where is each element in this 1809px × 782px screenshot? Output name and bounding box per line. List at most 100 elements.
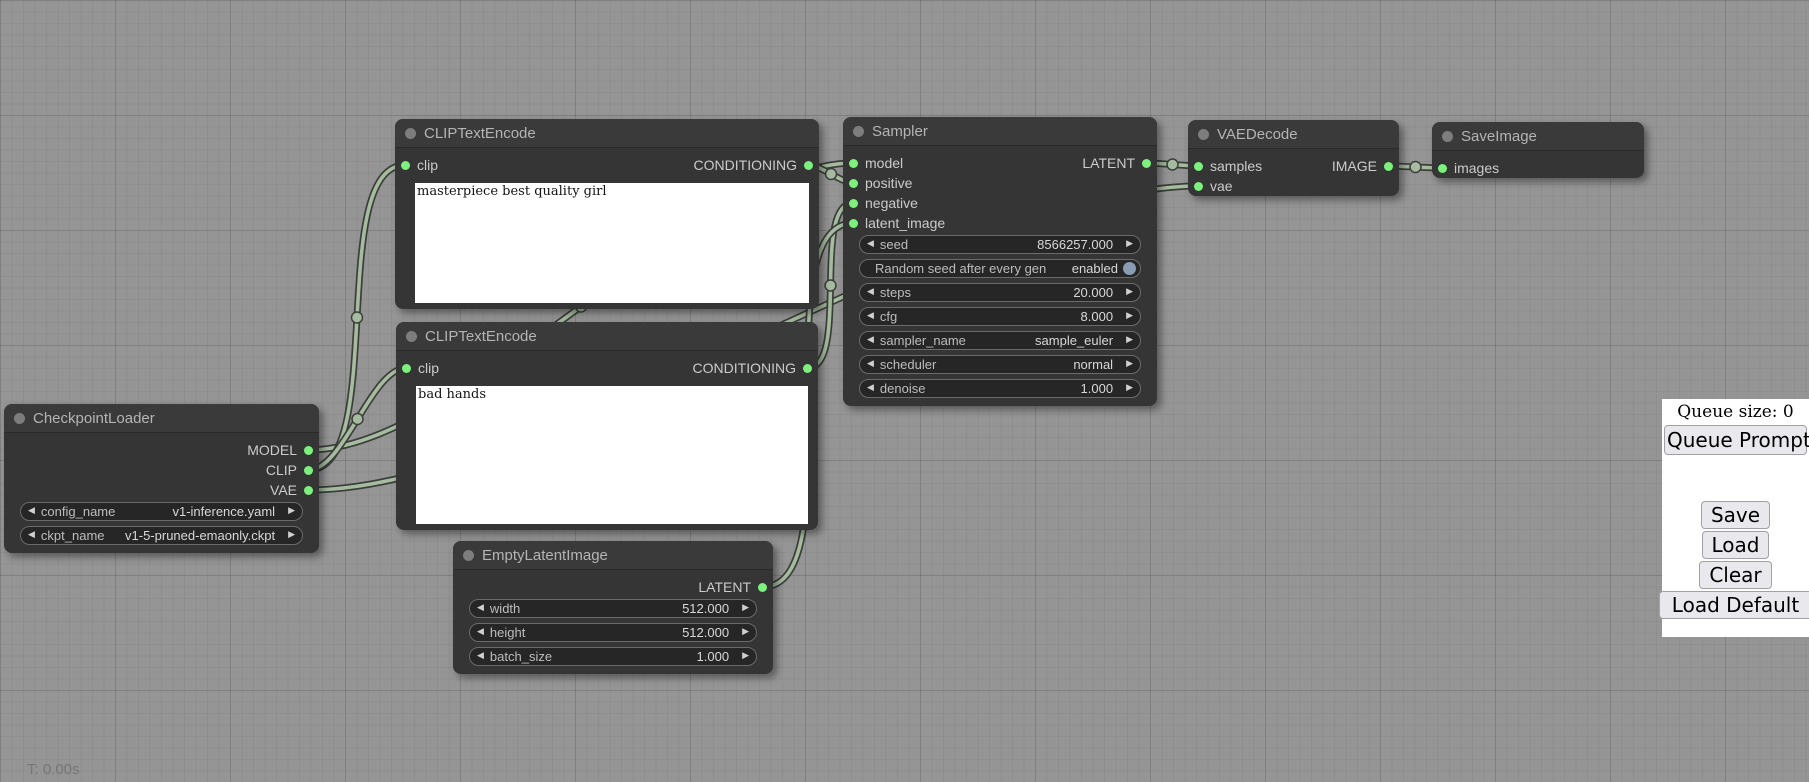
seed-widget[interactable]: ◀ seed 8566257.000 ▶ (859, 235, 1141, 254)
sampler-node[interactable]: SamplermodelLATENTpositivenegativelatent… (843, 117, 1157, 406)
decrement-arrow-icon[interactable]: ◀ (867, 360, 874, 369)
negative-input-dot[interactable] (849, 199, 858, 208)
increment-arrow-icon[interactable]: ▶ (742, 604, 749, 613)
link-midpoint-dot (352, 414, 363, 425)
MODEL-output-dot[interactable] (304, 446, 313, 455)
decrement-arrow-icon[interactable]: ◀ (477, 628, 484, 637)
load-default-button[interactable]: Load Default (1659, 591, 1809, 619)
random-seed-after-every-gen-widget[interactable]: Random seed after every genenabled (859, 259, 1141, 278)
prompt-textarea[interactable]: bad hands (416, 386, 808, 524)
save-button[interactable]: Save (1701, 501, 1770, 529)
CONDITIONING-output-slot[interactable]: CONDITIONING (693, 358, 818, 378)
LATENT-output-slot[interactable]: LATENT (1082, 153, 1157, 173)
images-input-slot[interactable]: images (1432, 158, 1499, 178)
LATENT-output-slot[interactable]: LATENT (698, 577, 773, 597)
batch-size-widget[interactable]: ◀batch_size1.000▶ (469, 647, 757, 666)
collapse-dot[interactable] (406, 331, 417, 342)
increment-arrow-icon[interactable]: ▶ (1126, 288, 1133, 297)
sampler-name-widget[interactable]: ◀sampler_namesample_euler▶ (859, 331, 1141, 350)
samples-input-dot[interactable] (1194, 162, 1203, 171)
increment-arrow-icon[interactable]: ▶ (1126, 384, 1133, 393)
CLIP-output-slot[interactable]: CLIP (266, 460, 319, 480)
cfg-widget[interactable]: ◀cfg8.000▶ (859, 307, 1141, 326)
latent_image-input-slot[interactable]: latent_image (843, 213, 945, 233)
clear-button[interactable]: Clear (1699, 561, 1771, 589)
images-input-dot[interactable] (1438, 164, 1447, 173)
decrement-arrow-icon[interactable]: ◀ (867, 288, 874, 297)
empty-latent-image-node[interactable]: EmptyLatentImageLATENT◀width512.000▶◀hei… (453, 541, 773, 674)
collapse-dot[interactable] (405, 128, 416, 139)
collapse-dot[interactable] (463, 550, 474, 561)
latent_image-input-dot[interactable] (849, 219, 858, 228)
CONDITIONING-output-dot[interactable] (803, 364, 812, 373)
CONDITIONING-output-slot[interactable]: CONDITIONING (694, 155, 819, 175)
positive-input-dot[interactable] (849, 179, 858, 188)
widget-label: scheduler (880, 357, 936, 372)
model-input-dot[interactable] (849, 159, 858, 168)
graph-canvas[interactable]: CheckpointLoaderMODELCLIPVAE◀config_name… (0, 0, 1809, 782)
model-input-slot[interactable]: model (843, 153, 903, 173)
save-image-node[interactable]: SaveImageimages (1432, 122, 1644, 178)
clip-input-dot[interactable] (401, 161, 410, 170)
increment-arrow-icon[interactable]: ▶ (1126, 312, 1133, 321)
decrement-arrow-icon[interactable]: ◀ (477, 652, 484, 661)
load-button[interactable]: Load (1702, 531, 1770, 559)
increment-arrow-icon[interactable]: ▶ (742, 652, 749, 661)
decrement-arrow-icon[interactable]: ◀ (867, 384, 874, 393)
VAE-output-slot[interactable]: VAE (270, 480, 319, 500)
steps-widget[interactable]: ◀steps20.000▶ (859, 283, 1141, 302)
collapse-dot[interactable] (1442, 131, 1453, 142)
LATENT-output-dot[interactable] (1142, 159, 1151, 168)
vae-input-dot[interactable] (1194, 182, 1203, 191)
positive-input-slot[interactable]: positive (843, 173, 912, 193)
vae-decode-node[interactable]: VAEDecodesamplesIMAGEvae (1188, 120, 1399, 196)
CLIP-output-dot[interactable] (304, 466, 313, 475)
increment-arrow-icon[interactable]: ▶ (288, 507, 295, 516)
collapse-dot[interactable] (853, 126, 864, 137)
negative-input-slot[interactable]: negative (843, 193, 918, 213)
increment-arrow-icon[interactable]: ▶ (1126, 240, 1133, 249)
IMAGE-output-dot[interactable] (1384, 162, 1393, 171)
scheduler-widget[interactable]: ◀schedulernormal▶ (859, 355, 1141, 374)
widget-label: seed (880, 237, 908, 252)
link-wire (309, 165, 406, 470)
slot-row: vae (1188, 176, 1399, 196)
ckpt-name-widget[interactable]: ◀ckpt_namev1-5-pruned-emaonly.ckpt▶ (20, 526, 303, 545)
IMAGE-output-slot[interactable]: IMAGE (1332, 156, 1399, 176)
MODEL-output-slot[interactable]: MODEL (247, 440, 319, 460)
collapse-dot[interactable] (14, 413, 25, 424)
clip-text-encode-negative-node[interactable]: CLIPTextEncodeclipCONDITIONINGbad hands (396, 322, 818, 530)
execution-time-text: T: 0.00s (27, 761, 80, 778)
width-widget[interactable]: ◀width512.000▶ (469, 599, 757, 618)
decrement-arrow-icon[interactable]: ◀ (867, 312, 874, 321)
link-wire (309, 368, 407, 470)
decrement-arrow-icon[interactable]: ◀ (28, 507, 35, 516)
widget-value: 8566257.000 (1037, 237, 1113, 252)
clip-input-slot[interactable]: clip (395, 155, 438, 175)
denoise-widget[interactable]: ◀denoise1.000▶ (859, 379, 1141, 398)
toggle-dot[interactable] (1123, 262, 1136, 275)
increment-arrow-icon[interactable]: ▶ (288, 531, 295, 540)
increment-arrow-icon[interactable]: ▶ (1126, 336, 1133, 345)
slot-row: VAE (4, 480, 319, 500)
CONDITIONING-output-dot[interactable] (804, 161, 813, 170)
samples-input-slot[interactable]: samples (1188, 156, 1262, 176)
increment-arrow-icon[interactable]: ▶ (1126, 360, 1133, 369)
checkpoint-loader-node[interactable]: CheckpointLoaderMODELCLIPVAE◀config_name… (4, 404, 319, 553)
clip-input-dot[interactable] (402, 364, 411, 373)
config-name-widget[interactable]: ◀config_namev1-inference.yaml▶ (20, 502, 303, 521)
VAE-output-dot[interactable] (304, 486, 313, 495)
decrement-arrow-icon[interactable]: ◀ (867, 240, 874, 249)
prompt-textarea[interactable]: masterpiece best quality girl (415, 183, 809, 303)
height-widget[interactable]: ◀height512.000▶ (469, 623, 757, 642)
clip-text-encode-positive-node[interactable]: CLIPTextEncodeclipCONDITIONINGmasterpiec… (395, 119, 819, 309)
decrement-arrow-icon[interactable]: ◀ (477, 604, 484, 613)
LATENT-output-dot[interactable] (758, 583, 767, 592)
decrement-arrow-icon[interactable]: ◀ (28, 531, 35, 540)
collapse-dot[interactable] (1198, 129, 1209, 140)
queue-prompt-button[interactable]: Queue Prompt (1664, 425, 1807, 455)
decrement-arrow-icon[interactable]: ◀ (867, 336, 874, 345)
increment-arrow-icon[interactable]: ▶ (742, 628, 749, 637)
vae-input-slot[interactable]: vae (1188, 176, 1233, 196)
clip-input-slot[interactable]: clip (396, 358, 439, 378)
